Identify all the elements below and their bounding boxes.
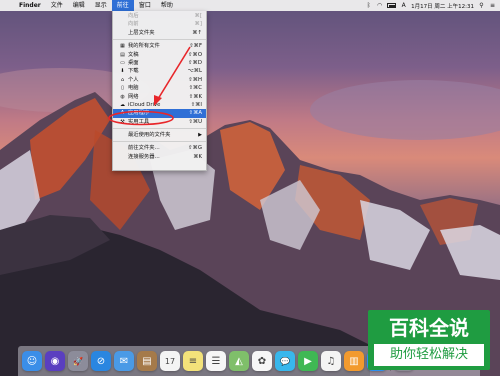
finder-icon[interactable]: ☺ — [22, 351, 42, 371]
notification-center-icon[interactable]: ≡ — [489, 2, 496, 9]
go-menu-item-12[interactable]: A 应用程序 ⇧⌘A — [113, 109, 206, 118]
go-menu-item-6[interactable]: ▭ 桌面 ⇧⌘D — [113, 59, 206, 67]
menu-item-label: 连接服务器… — [128, 153, 160, 160]
menu-bar: Finder 文件 编辑 显示 前往 窗口 帮助 ᛒ ◠ A 1月17日 周二 … — [0, 0, 500, 11]
menu-view[interactable]: 显示 — [90, 0, 112, 11]
menu-separator — [113, 128, 206, 130]
menu-item-shortcut: ⇧⌘A — [188, 110, 202, 117]
menu-go[interactable]: 前往 — [111, 0, 134, 11]
photos-icon[interactable]: ✿ — [252, 351, 272, 371]
menu-item-label: 应用程序 — [128, 110, 150, 117]
battery-icon[interactable] — [387, 3, 397, 8]
siri-icon[interactable]: ◉ — [45, 351, 65, 371]
watermark-subtitle: 助你轻松解决 — [374, 344, 484, 366]
maps-icon[interactable]: ◭ — [229, 351, 249, 371]
safari-icon[interactable]: ⊘ — [91, 351, 111, 371]
applications-icon: A — [120, 110, 125, 117]
go-menu-item-9[interactable]: ▯ 电脑 ⇧⌘C — [113, 84, 206, 92]
wifi-icon[interactable]: ◠ — [376, 2, 383, 9]
go-menu-item-11[interactable]: ☁ iCloud Drive ⇧⌘I — [113, 101, 206, 109]
go-menu-item-10[interactable]: ◍ 网络 ⇧⌘K — [113, 93, 206, 101]
menu-item-label: 桌面 — [128, 59, 139, 66]
menu-item-label: 最近使用的文件夹 — [128, 132, 171, 139]
submenu-arrow-icon: ▶ — [198, 132, 202, 139]
status-area: ᛒ ◠ A 1月17日 周二 上午12:31 ⚲ ≡ — [365, 2, 500, 10]
go-menu-item-17[interactable]: 前往文件夹… ⇧⌘G — [113, 144, 206, 152]
menu-item-label: 前往文件夹… — [128, 145, 160, 152]
go-menu-item-2[interactable]: 上层文件夹 ⌘↑ — [113, 29, 206, 37]
menu-item-shortcut: ⇧⌘C — [188, 85, 202, 92]
go-menu-dropdown: 向后 ⌘[向前 ⌘] 上层文件夹 ⌘↑ ▦ 我的所有文件 ⇧⌘F ▤ 文稿 ⇧⌘O ▭ 桌面 ⇧⌘D ⬇ 下载… — [112, 11, 207, 171]
menu-window[interactable]: 窗口 — [134, 0, 156, 11]
calendar-icon[interactable]: 17 — [160, 351, 180, 371]
menu-edit[interactable]: 编辑 — [68, 0, 90, 11]
menu-item-label: 网络 — [128, 93, 139, 100]
input-source-icon[interactable]: A — [400, 2, 407, 9]
go-menu-item-8[interactable]: ⌂ 个人 ⇧⌘H — [113, 76, 206, 84]
watermark-title: 百科全说 — [389, 316, 469, 340]
itunes-icon[interactable]: ♫ — [321, 351, 341, 371]
downloads-icon: ⬇ — [120, 68, 125, 75]
computer-icon: ▯ — [121, 85, 124, 92]
menu-help[interactable]: 帮助 — [156, 0, 178, 11]
menu-item-shortcut: ⇧⌘G — [188, 145, 202, 152]
reminders-icon[interactable]: ☰ — [206, 351, 226, 371]
menu-item-shortcut: ⇧⌘O — [188, 51, 202, 58]
messages-icon[interactable]: 💬 — [275, 351, 295, 371]
go-menu-item-5[interactable]: ▤ 文稿 ⇧⌘O — [113, 51, 206, 59]
menu-separator — [113, 141, 206, 143]
bluetooth-icon[interactable]: ᛒ — [365, 2, 372, 9]
menu-app-name[interactable]: Finder — [14, 0, 46, 11]
go-menu-item-1: 向前 ⌘] — [113, 20, 206, 28]
menu-item-shortcut: ⇧⌘K — [188, 93, 202, 100]
menu-item-shortcut: ⌘K — [193, 153, 202, 160]
menu-item-label: 上层文件夹 — [128, 29, 155, 36]
menu-item-shortcut: ⌘↑ — [192, 29, 202, 36]
menu-item-shortcut: ⌥⌘L — [187, 68, 202, 75]
menu-item-shortcut: ⇧⌘I — [190, 101, 202, 108]
contacts-icon[interactable]: ▤ — [137, 351, 157, 371]
watermark-logo: 百科全说 助你轻松解决 — [368, 310, 490, 370]
menu-item-label: 电脑 — [128, 85, 139, 92]
go-menu-item-7[interactable]: ⬇ 下载 ⌥⌘L — [113, 67, 206, 75]
menu-item-label: 个人 — [128, 76, 139, 83]
all-files-icon: ▦ — [120, 43, 125, 50]
menu-item-shortcut: ⌘] — [194, 21, 202, 28]
menu-item-shortcut: ⇧⌘F — [189, 43, 202, 50]
documents-icon: ▤ — [120, 51, 125, 58]
go-menu-item-18[interactable]: 连接服务器… ⌘K — [113, 153, 206, 161]
menu-item-label: 文稿 — [128, 51, 139, 58]
icloud-icon: ☁ — [120, 101, 125, 108]
menu-item-label: iCloud Drive — [128, 101, 161, 108]
go-menu-item-0: 向后 ⌘[ — [113, 12, 206, 20]
ibooks-icon[interactable]: ▥ — [344, 351, 364, 371]
notes-icon[interactable]: ≡ — [183, 351, 203, 371]
menu-item-shortcut: ⇧⌘D — [188, 59, 202, 66]
desktop-icon: ▭ — [120, 59, 125, 66]
utilities-icon: ⚒ — [120, 118, 125, 125]
go-menu-item-4[interactable]: ▦ 我的所有文件 ⇧⌘F — [113, 42, 206, 50]
menu-item-label: 向前 — [128, 21, 139, 28]
menu-item-shortcut: ⇧⌘U — [188, 118, 202, 125]
home-icon: ⌂ — [120, 76, 125, 83]
menu-file[interactable]: 文件 — [46, 0, 68, 11]
network-icon: ◍ — [120, 93, 125, 100]
clock-label[interactable]: 1月17日 周二 上午12:31 — [411, 2, 474, 10]
menu-item-label: 实用工具 — [128, 118, 150, 125]
menu-item-label: 我的所有文件 — [128, 43, 160, 50]
menu-item-label: 下载 — [128, 68, 139, 75]
menu-item-shortcut: ⇧⌘H — [188, 76, 202, 83]
go-menu-item-15[interactable]: 最近使用的文件夹 ▶ — [113, 131, 206, 139]
launchpad-icon[interactable]: 🚀 — [68, 351, 88, 371]
facetime-icon[interactable]: ▶ — [298, 351, 318, 371]
menu-item-shortcut: ⌘[ — [194, 13, 202, 19]
spotlight-search-icon[interactable]: ⚲ — [478, 2, 485, 9]
go-menu-item-13[interactable]: ⚒ 实用工具 ⇧⌘U — [113, 118, 206, 126]
menu-separator — [113, 39, 206, 41]
mail-icon[interactable]: ✉ — [114, 351, 134, 371]
menu-item-label: 向后 — [128, 13, 139, 19]
